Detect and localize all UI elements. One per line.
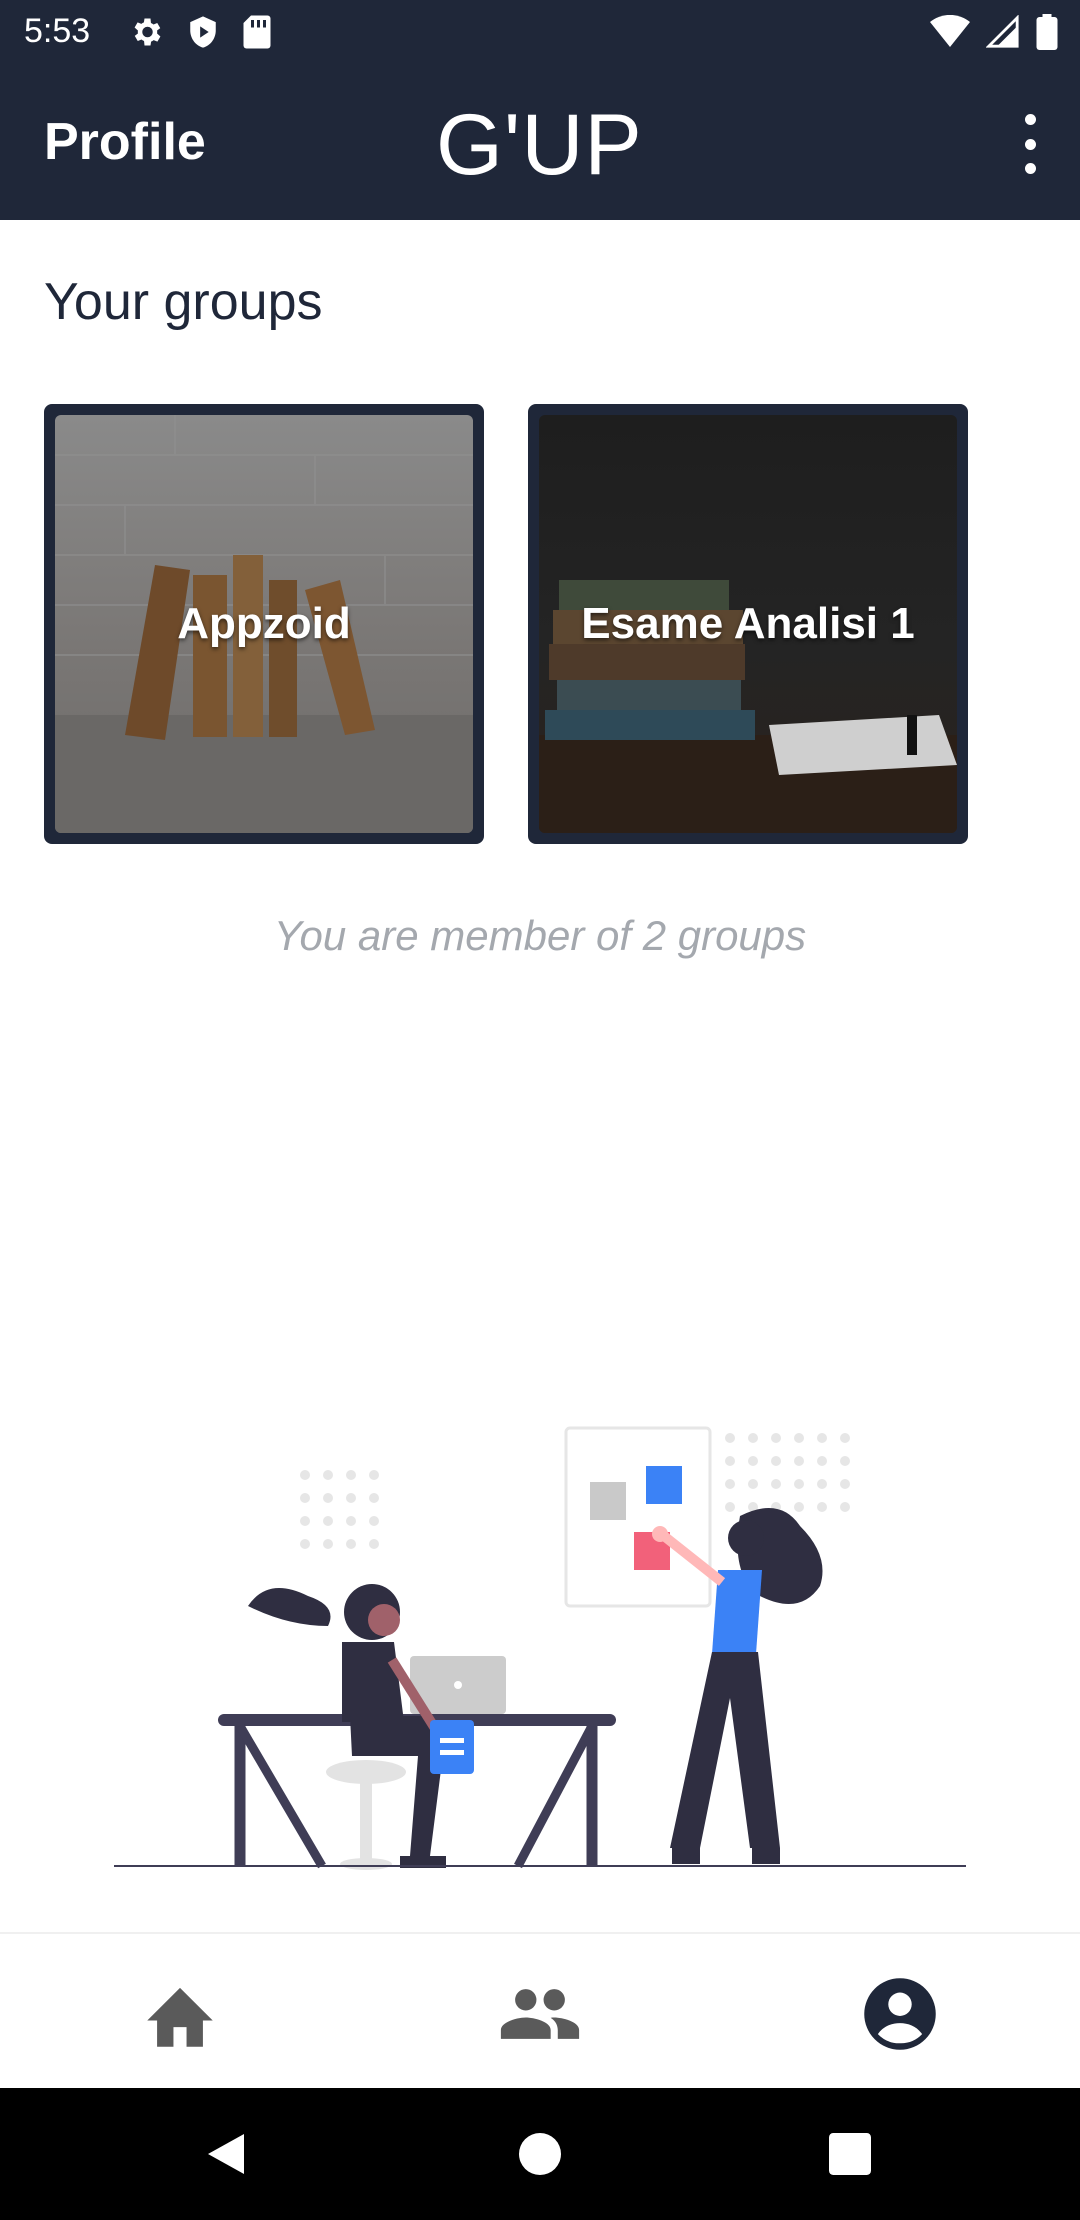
group-card-esame-analisi-1[interactable]: Esame Analisi 1 xyxy=(528,404,968,844)
wifi-icon xyxy=(930,15,970,47)
more-vert-icon[interactable] xyxy=(1010,114,1050,174)
home-circle-icon xyxy=(519,2133,561,2175)
group-name: Appzoid xyxy=(177,599,351,648)
section-title: Your groups xyxy=(44,273,323,331)
group-card-image: Esame Analisi 1 xyxy=(539,415,957,833)
groups-icon xyxy=(500,1989,580,2039)
shield-icon xyxy=(190,16,216,48)
back-icon xyxy=(208,2134,244,2174)
app-bar: Profile G'UP xyxy=(0,66,1080,220)
page-title: Profile xyxy=(44,113,206,171)
status-bar: 5:53 xyxy=(0,0,1080,66)
status-time: 5:53 xyxy=(24,12,91,50)
membership-summary: You are member of 2 groups xyxy=(273,912,807,959)
home-button[interactable] xyxy=(510,2124,570,2184)
bottom-navigation xyxy=(0,1932,1080,2090)
nav-home[interactable] xyxy=(135,1974,225,2054)
group-name: Esame Analisi 1 xyxy=(581,599,915,648)
sd-card-icon xyxy=(243,15,271,49)
signal-icon xyxy=(986,15,1019,48)
nav-groups[interactable] xyxy=(495,1974,585,2054)
team-illustration xyxy=(114,1426,966,1870)
group-card-appzoid[interactable]: Appzoid xyxy=(44,404,484,844)
gear-icon xyxy=(134,18,161,46)
app-logo: G'UP xyxy=(436,97,643,193)
nav-profile[interactable] xyxy=(855,1974,945,2054)
battery-icon xyxy=(1036,14,1058,50)
system-navigation-bar xyxy=(0,2088,1080,2220)
recents-button[interactable] xyxy=(820,2124,880,2184)
account-circle-icon xyxy=(864,1978,936,2050)
group-card-image: Appzoid xyxy=(55,415,473,833)
recents-icon xyxy=(829,2133,871,2175)
home-icon xyxy=(147,1987,213,2047)
back-button[interactable] xyxy=(196,2124,256,2184)
